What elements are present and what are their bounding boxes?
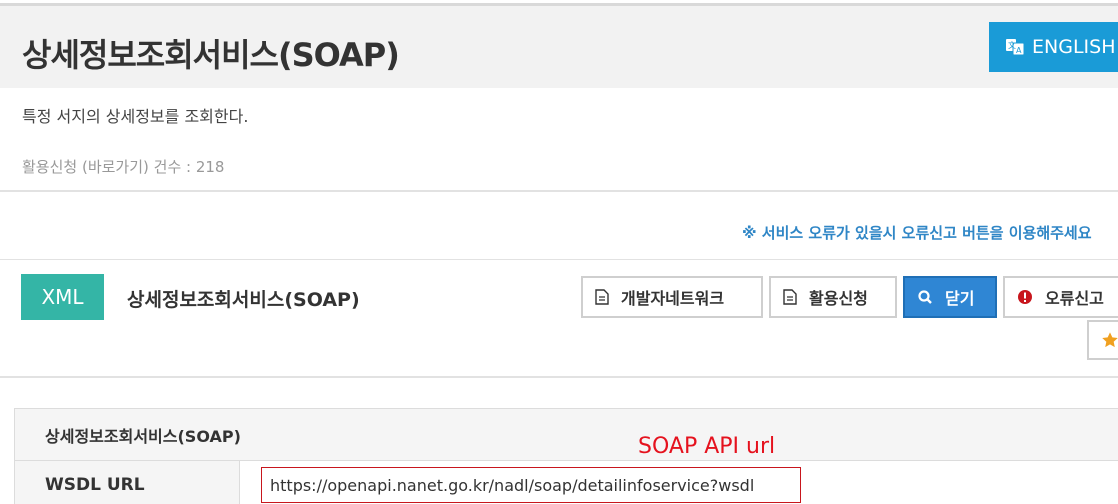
developer-network-label: 개발자네트워크 <box>621 289 725 308</box>
search-icon <box>917 289 933 305</box>
document-icon <box>783 289 797 305</box>
close-button[interactable]: 닫기 <box>903 276 997 318</box>
divider <box>0 259 1118 260</box>
annotation-text: SOAP API url <box>638 434 776 459</box>
page-header: 상세정보조회서비스(SOAP) 文 A ENGLISH <box>0 6 1118 88</box>
close-label: 닫기 <box>945 289 975 308</box>
english-button[interactable]: 文 A ENGLISH <box>989 22 1118 72</box>
divider <box>0 376 1118 378</box>
developer-network-button[interactable]: 개발자네트워크 <box>581 276 763 318</box>
apply-label: 활용신청 <box>809 289 868 308</box>
apply-button[interactable]: 활용신청 <box>769 276 897 318</box>
xml-badge: XML <box>21 274 104 320</box>
english-label: ENGLISH <box>1032 36 1116 58</box>
error-notice: ※ 서비스 오류가 있을시 오류신고 버튼을 이용해주세요 <box>742 224 1092 242</box>
page-title: 상세정보조회서비스(SOAP) <box>22 36 400 74</box>
error-report-label: 오류신고 <box>1045 289 1104 308</box>
service-description: 특정 서지의 상세정보를 조회한다. <box>22 107 249 126</box>
divider <box>0 190 1118 192</box>
usage-info: 활용신청 (바로가기) 건수 : 218 <box>22 156 224 177</box>
star-icon <box>1102 332 1118 348</box>
service-title: 상세정보조회서비스(SOAP) <box>127 289 360 311</box>
svg-text:A: A <box>1016 46 1022 55</box>
alert-icon <box>1017 289 1033 305</box>
error-report-button[interactable]: 오류신고 <box>1003 276 1118 318</box>
favorite-button[interactable] <box>1087 320 1118 360</box>
wsdl-url-value[interactable]: https://openapi.nanet.go.kr/nadl/soap/de… <box>261 467 801 503</box>
document-icon <box>595 289 609 305</box>
language-icon: 文 A <box>1006 39 1025 56</box>
wsdl-url-text: https://openapi.nanet.go.kr/nadl/soap/de… <box>270 475 755 495</box>
wsdl-url-label: WSDL URL <box>15 461 240 504</box>
panel-header: 상세정보조회서비스(SOAP) <box>15 409 1118 461</box>
apply-shortcut-link[interactable]: 활용신청 (바로가기) <box>22 158 149 176</box>
svg-text:文: 文 <box>1008 40 1016 50</box>
usage-count: 건수 : 218 <box>153 158 225 176</box>
